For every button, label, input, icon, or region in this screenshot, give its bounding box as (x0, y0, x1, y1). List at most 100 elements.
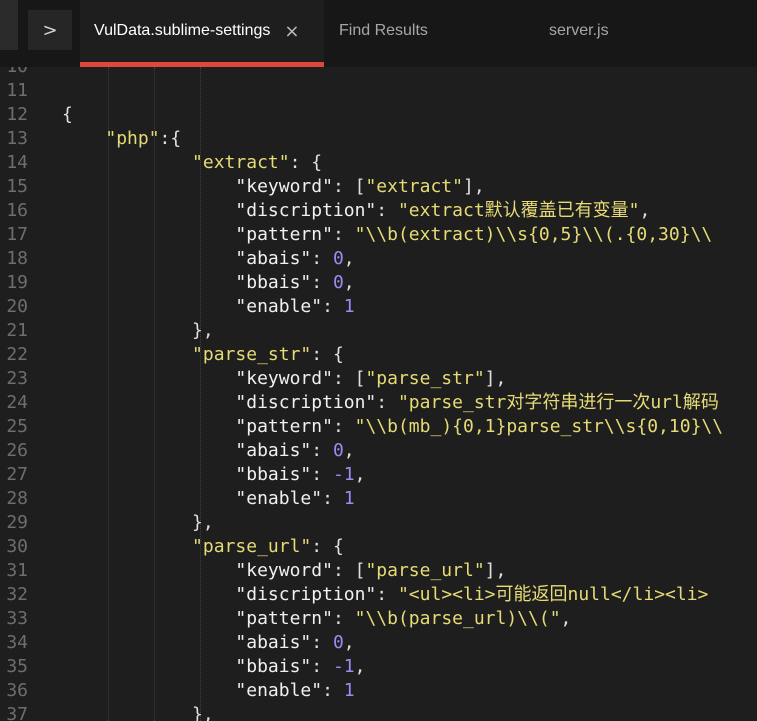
code-text: "enable": 1 (62, 679, 354, 703)
code-text: }, (62, 511, 214, 535)
code-token: "\\b(extract)\\s{0,5}\\(.{0,30}\\ (354, 224, 713, 245)
line-number: 34 (6, 632, 28, 653)
line-number: 26 (6, 440, 28, 461)
code-line: 37 }, (0, 703, 757, 721)
code-token: "bbais" (235, 656, 312, 677)
code-line: 25 "pattern": "\\b(mb_){0,1}parse_str\\s… (0, 415, 757, 439)
code-text: "parse_str": { (62, 343, 344, 367)
code-token: "enable" (235, 488, 323, 509)
code-token: , (354, 656, 366, 677)
tab-bar: > VulData.sublime-settings × Find Result… (0, 0, 757, 67)
code-line: 10 (0, 67, 757, 79)
tab-label: Find Results (339, 22, 428, 39)
line-number: 19 (6, 272, 28, 293)
code-token: }, (62, 704, 214, 721)
code-token: "keyword" (235, 176, 333, 197)
code-line: 35 "bbais": -1, (0, 655, 757, 679)
line-number: 13 (6, 128, 28, 149)
code-token: -1 (332, 464, 355, 485)
code-text: }, (62, 319, 214, 343)
code-token: : (376, 392, 398, 413)
code-text: "discription": "extract默认覆盖已有变量", (62, 199, 650, 223)
line-number: 25 (6, 416, 28, 437)
tab-find-results[interactable]: Find Results (324, 0, 524, 62)
code-token: 1 (343, 488, 355, 509)
code-token: "abais" (235, 248, 312, 269)
tab-vuldata-settings[interactable]: VulData.sublime-settings × (80, 0, 324, 67)
code-token: , (343, 440, 355, 461)
code-token: : { (311, 344, 344, 365)
code-line: 13 "php":{ (0, 127, 757, 151)
code-token: : (311, 464, 333, 485)
code-token: "keyword" (235, 368, 333, 389)
code-token: : (332, 608, 355, 629)
code-editor[interactable]: 101112{13 "php":{14 "extract": {15 "keyw… (0, 67, 757, 721)
code-token: : (311, 440, 333, 461)
code-token: "parse_str" (192, 344, 312, 365)
close-icon[interactable]: × (284, 21, 299, 42)
code-line: 14 "extract": { (0, 151, 757, 175)
line-number: 35 (6, 656, 28, 677)
code-token: , (560, 608, 572, 629)
tab-server-js[interactable]: server.js (524, 0, 757, 62)
tab-label: VulData.sublime-settings (94, 22, 271, 39)
code-line: 32 "discription": "<ul><li>可能返回null</li>… (0, 583, 757, 607)
code-token: "enable" (235, 296, 323, 317)
line-number: 29 (6, 512, 28, 533)
code-text: "extract": { (62, 151, 322, 175)
code-text: "php":{ (62, 127, 181, 151)
code-line: 21 }, (0, 319, 757, 343)
code-line: 30 "parse_url": { (0, 535, 757, 559)
line-number: 15 (6, 176, 28, 197)
line-number: 31 (6, 560, 28, 581)
code-token: : (322, 680, 344, 701)
code-line: 17 "pattern": "\\b(extract)\\s{0,5}\\(.{… (0, 223, 757, 247)
code-token: "keyword" (235, 560, 333, 581)
code-token: : (322, 296, 344, 317)
line-number: 20 (6, 296, 28, 317)
line-number: 28 (6, 488, 28, 509)
code-token: }, (62, 320, 214, 341)
code-token: "extract" (192, 152, 290, 173)
line-number: 24 (6, 392, 28, 413)
code-text: "keyword": ["extract"], (62, 175, 485, 199)
code-text: "abais": 0, (62, 247, 354, 271)
code-line: 19 "bbais": 0, (0, 271, 757, 295)
code-token: , (354, 464, 366, 485)
code-text: "parse_url": { (62, 535, 344, 559)
code-line: 22 "parse_str": { (0, 343, 757, 367)
code-token: }, (62, 512, 214, 533)
tab-nav-chevron-icon[interactable]: > (28, 10, 72, 50)
code-text: "pattern": "\\b(mb_){0,1}parse_str\\s{0,… (62, 415, 723, 439)
code-token: 0 (332, 632, 344, 653)
line-number: 27 (6, 464, 28, 485)
code-token: "parse_str" (365, 368, 485, 389)
line-number: 23 (6, 368, 28, 389)
code-token: ], (463, 176, 485, 197)
code-token: "parse_url" (365, 560, 485, 581)
line-number: 11 (6, 80, 28, 101)
code-line: 23 "keyword": ["parse_str"], (0, 367, 757, 391)
code-token: "abais" (235, 440, 312, 461)
code-token: :{ (159, 128, 182, 149)
code-text: "abais": 0, (62, 631, 354, 655)
code-line: 15 "keyword": ["extract"], (0, 175, 757, 199)
code-text: "bbais": 0, (62, 271, 354, 295)
code-line: 36 "enable": 1 (0, 679, 757, 703)
line-number: 14 (6, 152, 28, 173)
code-token: "extract" (365, 176, 463, 197)
code-text: "keyword": ["parse_str"], (62, 367, 506, 391)
